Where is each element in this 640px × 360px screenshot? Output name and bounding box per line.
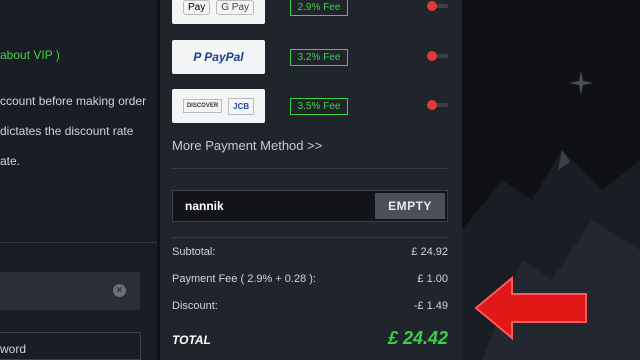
empty-coupon-button[interactable]: EMPTY [375,193,445,219]
toggle-knob[interactable] [427,100,437,110]
payment-option-paypal[interactable]: P PayPal 3.2% Fee [172,40,448,76]
subtotal-label: Subtotal: [172,246,216,258]
more-payment-methods-link[interactable]: More Payment Method >> [172,138,322,153]
info-note-3: ate. [0,154,21,168]
jcb-card-icon: JCB [228,97,255,115]
payment-fee-value: £ 1.00 [417,273,448,285]
apple-pay-icon: Pay [182,0,211,15]
info-note-1: ccount before making order [0,94,147,108]
payment-option-discover-jcb[interactable]: DISCOVER JCB 3.5% Fee [172,89,448,125]
password-field[interactable]: word [0,332,141,360]
sparkle-icon [569,71,593,95]
paypal-icon: P PayPal [193,50,244,64]
payment-fee-label: Payment Fee ( 2.9% + 0.28 ): [172,273,316,285]
left-divider [0,242,157,243]
toggle-knob[interactable] [427,51,437,61]
payment-option-applepay-googlepay[interactable]: Pay G Pay 2.9% Fee [172,0,448,26]
discover-jcb-logo: DISCOVER JCB [172,89,265,123]
toggle-knob[interactable] [427,1,437,11]
section-divider [172,168,448,169]
pointer-arrow-icon [474,276,587,340]
fee-badge: 3.2% Fee [290,49,348,66]
vip-link-paren: ) [55,48,60,62]
vip-link-text[interactable]: about VIP [0,48,53,62]
info-note-2: dictates the discount rate [0,124,134,138]
discount-value: -£ 1.49 [413,300,448,312]
total-value: £ 24.42 [387,328,448,348]
coupon-input[interactable]: nannik [185,199,224,213]
section-divider [172,237,448,238]
coupon-field[interactable]: nannik EMPTY [172,190,448,222]
discount-label: Discount: [172,300,218,312]
google-pay-icon: G Pay [216,0,255,15]
applepay-googlepay-logo: Pay G Pay [172,0,265,24]
password-field-label: word [0,342,27,356]
fee-badge: 2.9% Fee [290,0,348,16]
paypal-logo: P PayPal [172,40,265,74]
total-label: TOTAL [172,333,211,347]
fee-badge: 3.5% Fee [290,98,348,115]
subtotal-value: £ 24.92 [411,246,448,258]
discover-card-icon: DISCOVER [182,99,223,113]
vip-link[interactable]: about VIP ) [0,48,60,62]
left-panel: about VIP ) ccount before making order d… [0,0,157,360]
clear-input-icon[interactable]: × [113,284,126,297]
